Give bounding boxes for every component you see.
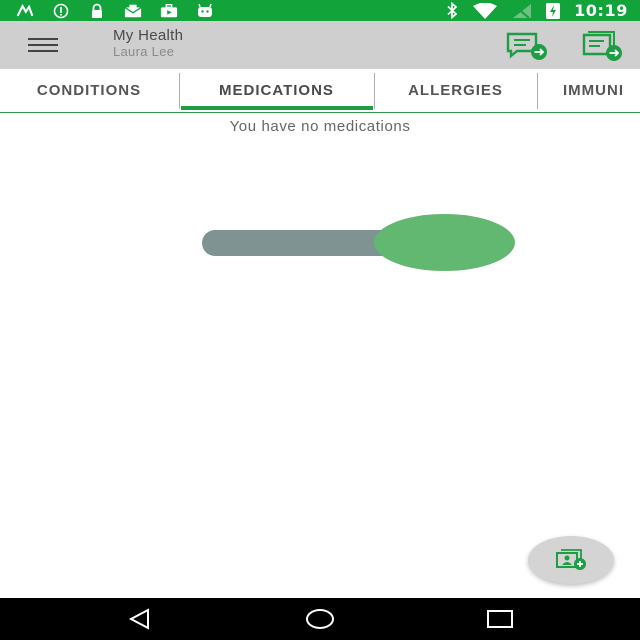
back-button[interactable]: [124, 606, 156, 632]
mail-icon: [124, 3, 142, 19]
bluetooth-icon: [446, 2, 458, 19]
menu-button[interactable]: [28, 35, 60, 55]
selected-tab-indicator: [181, 106, 373, 110]
recents-icon: [487, 610, 513, 628]
add-record-button[interactable]: [528, 536, 614, 584]
title-block: My Health Laura Lee: [113, 28, 183, 60]
app-subtitle: Laura Lee: [113, 44, 175, 59]
app-title: My Health: [113, 27, 184, 44]
battery-charging-icon: [546, 2, 561, 19]
home-icon: [306, 609, 334, 629]
back-icon: [128, 608, 149, 630]
add-record-icon: [556, 549, 586, 570]
menu-icon-line: [28, 44, 58, 46]
toggle-switch[interactable]: [202, 214, 516, 272]
tab-immunizations[interactable]: IMMUNI: [538, 69, 640, 112]
navigation-bar: [0, 598, 640, 640]
info-icon: [52, 3, 70, 19]
menu-icon-line: [28, 38, 58, 40]
toggle-track: [202, 230, 402, 256]
empty-state-message: You have no medications: [229, 118, 411, 135]
recents-button[interactable]: [484, 606, 516, 632]
tab-conditions[interactable]: CONDITIONS: [0, 69, 178, 112]
status-right-icons: 10:19: [446, 0, 628, 21]
status-left-icons: [16, 2, 232, 19]
status-time: 10:19: [574, 1, 628, 20]
message-forward-button[interactable]: [505, 31, 549, 61]
message-forward-icon: [506, 32, 547, 60]
briefcase-icon: [160, 3, 178, 19]
lock-icon: [88, 3, 106, 19]
status-bar: 10:19: [0, 0, 640, 21]
menu-icon-line: [28, 50, 58, 52]
home-button[interactable]: [304, 606, 336, 632]
signal-app-icon: [16, 3, 34, 19]
wifi-icon: [472, 2, 498, 19]
android-icon: [196, 3, 214, 19]
records-forward-button[interactable]: [580, 31, 624, 61]
app-bar: My Health Laura Lee: [0, 21, 640, 69]
records-forward-icon: [582, 31, 622, 61]
toggle-thumb: [374, 214, 515, 271]
tab-allergies[interactable]: ALLERGIES: [375, 69, 536, 112]
no-signal-icon: [512, 3, 532, 19]
